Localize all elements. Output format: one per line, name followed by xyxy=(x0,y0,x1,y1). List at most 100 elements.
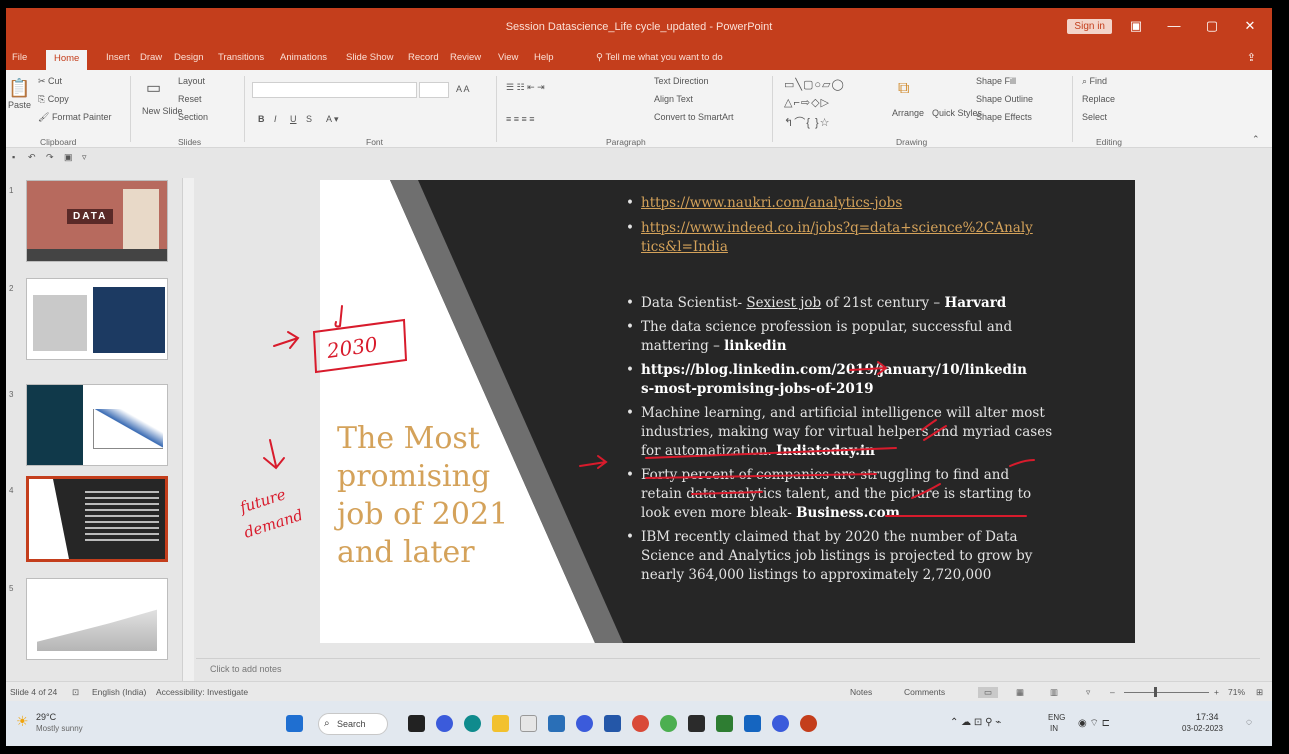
shapes-gallery[interactable]: ▭╲▢○▱◯ xyxy=(784,78,845,91)
slide-thumbnail-3[interactable] xyxy=(26,384,168,466)
accessibility-status[interactable]: Accessibility: Investigate xyxy=(156,687,248,697)
chrome-icon[interactable] xyxy=(660,715,677,732)
tab-transitions[interactable]: Transitions xyxy=(218,52,264,63)
zoom-level[interactable]: 71% xyxy=(1228,687,1245,697)
notes-toggle[interactable]: Notes xyxy=(850,687,872,697)
cut-button[interactable]: ✂ Cut xyxy=(38,76,62,87)
quick-styles-button[interactable]: Quick Styles xyxy=(932,108,982,118)
task-view-icon[interactable] xyxy=(408,715,425,732)
customize-qat-icon[interactable]: ▿ xyxy=(82,152,87,163)
app-icon[interactable] xyxy=(520,715,537,732)
notifications-icon[interactable]: ◌ xyxy=(1246,717,1252,728)
slide-thumbnail-5[interactable] xyxy=(26,578,168,660)
strikethrough-button[interactable]: S xyxy=(306,114,312,124)
naukri-link[interactable]: https://www.naukri.com/analytics-jobs xyxy=(641,195,902,211)
tab-slide-show[interactable]: Slide Show xyxy=(346,52,394,63)
tab-animations[interactable]: Animations xyxy=(280,52,327,63)
tab-design[interactable]: Design xyxy=(174,52,204,63)
tab-view[interactable]: View xyxy=(498,52,518,63)
app-icon[interactable] xyxy=(576,715,593,732)
language-indicator[interactable]: English (India) xyxy=(92,687,146,697)
replace-button[interactable]: Replace xyxy=(1082,94,1115,104)
bold-button[interactable]: B xyxy=(258,114,265,124)
tab-file[interactable]: File xyxy=(12,52,27,63)
outlook-icon[interactable] xyxy=(744,715,761,732)
tab-help[interactable]: Help xyxy=(534,52,554,63)
edge-icon[interactable] xyxy=(464,715,481,732)
chrome-icon[interactable] xyxy=(632,715,649,732)
weather-temp[interactable]: 29°C xyxy=(36,712,56,722)
language-code[interactable]: ENG xyxy=(1048,713,1065,722)
restore-button[interactable]: ▢ xyxy=(1202,18,1222,34)
redo-icon[interactable]: ↷ xyxy=(46,152,54,163)
font-color-icon[interactable]: A ▾ xyxy=(326,114,339,125)
convert-smartart-button[interactable]: Convert to SmartArt xyxy=(654,112,734,122)
zoom-slider-thumb[interactable] xyxy=(1154,687,1157,697)
layout-button[interactable]: Layout xyxy=(178,76,205,86)
tab-review[interactable]: Review xyxy=(450,52,481,63)
tab-draw[interactable]: Draw xyxy=(140,52,162,63)
slide-canvas[interactable]: The Most promising job of 2021 and later… xyxy=(320,180,1135,643)
notes-pane[interactable]: Click to add notes xyxy=(196,658,1260,680)
section-button[interactable]: Section xyxy=(178,112,208,122)
slide-sorter-icon[interactable]: ▦ xyxy=(1016,687,1024,698)
new-slide-button[interactable]: New Slide xyxy=(142,106,183,116)
arrange-button[interactable]: Arrange xyxy=(892,108,924,118)
text-direction-button[interactable]: Text Direction xyxy=(654,76,709,86)
start-slideshow-icon[interactable]: ▣ xyxy=(64,152,73,163)
language-region[interactable]: IN xyxy=(1050,724,1058,733)
shape-outline-button[interactable]: Shape Outline xyxy=(976,94,1033,104)
reset-button[interactable]: Reset xyxy=(178,94,202,104)
app-icon[interactable] xyxy=(688,715,705,732)
find-button[interactable]: ⌕ Find xyxy=(1082,76,1107,87)
slide-bullet-list[interactable]: https://www.naukri.com/analytics-jobs ht… xyxy=(626,194,1096,585)
shapes-gallery-row3[interactable]: ↰⌒{ }☆ xyxy=(784,114,830,130)
thumbnail-scrollbar[interactable] xyxy=(182,178,194,688)
bullets-icon[interactable]: ☰ ☷ ⇤ ⇥ xyxy=(506,82,545,93)
collapse-ribbon-icon[interactable]: ⌃ xyxy=(1252,134,1260,145)
close-button[interactable]: ✕ xyxy=(1240,18,1260,34)
grow-font-icon[interactable]: A A xyxy=(456,84,470,94)
slide-thumbnail-1[interactable]: DATA xyxy=(26,180,168,262)
normal-view-icon[interactable]: ▭ xyxy=(978,687,999,698)
italic-button[interactable]: I xyxy=(274,114,277,124)
indeed-link[interactable]: https://www.indeed.co.in/jobs?q=data+sci… xyxy=(641,220,1033,255)
tab-home[interactable]: Home xyxy=(46,50,88,70)
minimize-button[interactable]: — xyxy=(1164,18,1184,33)
align-icon[interactable]: ≡ ≡ ≡ ≡ xyxy=(506,114,535,124)
fit-slide-icon[interactable]: ⊞ xyxy=(1256,687,1263,698)
start-windows-icon[interactable] xyxy=(286,715,303,732)
zoom-in-icon[interactable]: + xyxy=(1214,687,1219,697)
select-button[interactable]: Select xyxy=(1082,112,1107,122)
excel-icon[interactable] xyxy=(716,715,733,732)
slide-thumbnail-2[interactable] xyxy=(26,278,168,360)
powerpoint-icon[interactable] xyxy=(800,715,817,732)
slide-title[interactable]: The Most promising job of 2021 and later xyxy=(337,420,537,572)
app-icon[interactable] xyxy=(772,715,789,732)
paste-button[interactable]: Paste xyxy=(8,100,31,110)
network-volume-battery-icons[interactable]: ◉ ⌔ ⊏ xyxy=(1078,717,1110,730)
tab-record[interactable]: Record xyxy=(408,52,439,63)
zoom-slider[interactable] xyxy=(1124,692,1209,693)
reading-view-icon[interactable]: ▥ xyxy=(1050,687,1058,698)
ribbon-display-icon[interactable]: ▣ xyxy=(1126,18,1146,34)
tell-me-search[interactable]: ⚲ Tell me what you want to do xyxy=(596,52,723,63)
spellcheck-icon[interactable]: ⊡ xyxy=(72,687,79,698)
sign-in-button[interactable]: Sign in xyxy=(1067,19,1112,34)
comments-toggle[interactable]: Comments xyxy=(904,687,945,697)
shape-effects-button[interactable]: Shape Effects xyxy=(976,112,1032,122)
zoom-out-icon[interactable]: – xyxy=(1110,687,1115,697)
share-icon[interactable]: ⇪ xyxy=(1247,51,1256,64)
chat-icon[interactable] xyxy=(436,715,453,732)
system-tray-icons[interactable]: ⌃ ☁ ⊡ ⚲ ⌁ xyxy=(950,717,1001,728)
shape-fill-button[interactable]: Shape Fill xyxy=(976,76,1016,86)
store-icon[interactable] xyxy=(548,715,565,732)
weather-desc[interactable]: Mostly sunny xyxy=(36,724,83,733)
slideshow-view-icon[interactable]: ▿ xyxy=(1086,687,1090,698)
tab-insert[interactable]: Insert xyxy=(106,52,130,63)
slide-thumbnail-4[interactable] xyxy=(26,476,168,562)
undo-icon[interactable]: ↶ xyxy=(28,152,36,163)
mail-icon[interactable] xyxy=(604,715,621,732)
file-explorer-icon[interactable] xyxy=(492,715,509,732)
copy-button[interactable]: ⎘ Copy xyxy=(38,94,69,105)
